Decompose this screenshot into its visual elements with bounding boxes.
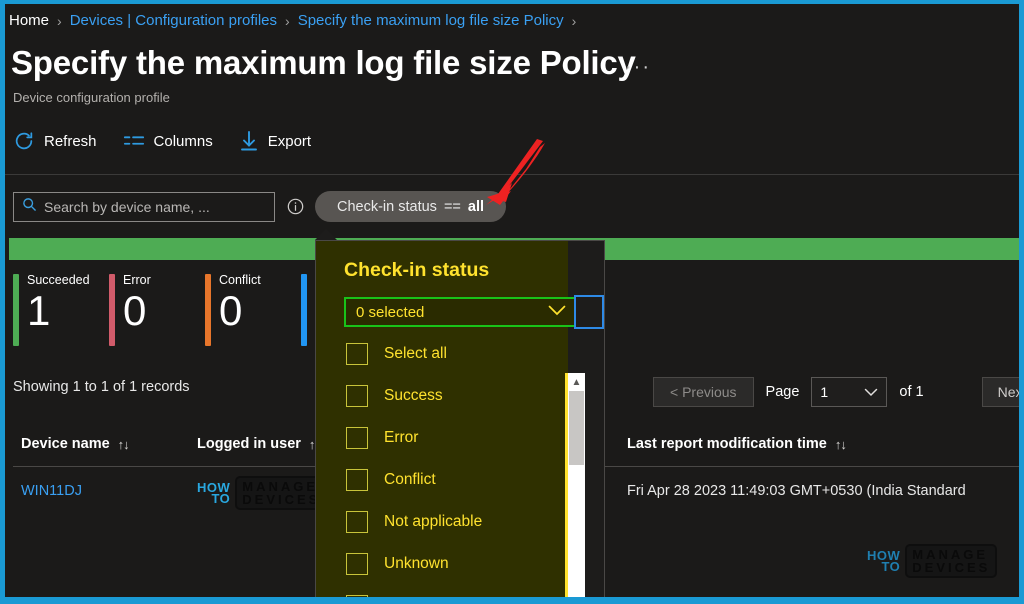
sort-icon[interactable]: ↑↓: [835, 437, 847, 452]
command-bar: Refresh Columns Export: [13, 130, 311, 152]
check-in-status-flyout: Check-in status 0 selected Select all Su…: [315, 240, 605, 597]
columns-icon: [123, 132, 145, 150]
option-label: Unknown: [384, 555, 449, 572]
watermark-logo: HOW TO MANAGE DEVICES: [867, 544, 998, 578]
sort-icon[interactable]: ↑↓: [118, 437, 130, 452]
records-count: Showing 1 to 1 of 1 records: [13, 379, 190, 395]
column-header-logged-in-user[interactable]: Logged in user ↑↓: [197, 436, 321, 452]
columns-button[interactable]: Columns: [123, 132, 213, 150]
chevron-down-icon: [864, 384, 878, 400]
page-title: Specify the maximum log file size Policy: [11, 44, 636, 81]
status-tile-conflict[interactable]: Conflict 0: [205, 272, 301, 350]
refresh-label: Refresh: [44, 132, 97, 150]
option-label: Select all: [384, 345, 447, 362]
status-tile-succeeded[interactable]: Succeeded 1: [13, 272, 109, 350]
option-unknown[interactable]: Unknown: [346, 553, 449, 575]
columns-label: Columns: [153, 132, 213, 150]
option-conflict[interactable]: Conflict: [346, 469, 436, 491]
option-not-applicable[interactable]: Not applicable: [346, 511, 482, 533]
check-in-status-option-list: Select all Success Error Conflict Not ap…: [316, 337, 568, 597]
status-tile-bar: [13, 274, 19, 346]
column-header-last-report-modification-time[interactable]: Last report modification time ↑↓: [627, 436, 847, 452]
status-tile-value: 0: [219, 287, 243, 334]
breadcrumb-item-policy[interactable]: Specify the maximum log file size Policy: [298, 12, 564, 29]
window-border-right: [1019, 0, 1024, 604]
page-surface: Home › Devices | Configuration profiles …: [5, 4, 1019, 597]
checkbox[interactable]: [346, 385, 368, 407]
page-subtitle: Device configuration profile: [13, 90, 170, 105]
chevron-down-icon: [548, 303, 566, 321]
page-number-value: 1: [820, 384, 829, 400]
window-border-left: [0, 0, 5, 604]
option-label: Error: [384, 429, 419, 446]
option-error[interactable]: Error: [346, 427, 418, 449]
info-icon[interactable]: [287, 198, 304, 220]
download-icon: [239, 130, 259, 152]
option-success[interactable]: Success: [346, 385, 443, 407]
filter-pill-key: Check-in status: [337, 198, 437, 215]
watermark-to: TO: [211, 491, 231, 506]
checkbox[interactable]: [346, 511, 368, 533]
cell-device-name[interactable]: WIN11DJ: [21, 483, 82, 499]
next-page-button[interactable]: Next: [982, 377, 1019, 407]
checkbox[interactable]: [346, 343, 368, 365]
column-header-label: Last report modification time: [627, 436, 827, 452]
watermark-to: TO: [881, 559, 901, 574]
command-bar-divider: [5, 174, 1019, 175]
refresh-icon: [13, 130, 35, 152]
column-header-label: Logged in user: [197, 436, 301, 452]
more-options-button[interactable]: ···: [625, 56, 651, 79]
flyout-title: Check-in status: [344, 259, 490, 281]
combobox-focus-ring: [574, 295, 604, 329]
window-border-top: [0, 0, 1024, 4]
export-button[interactable]: Export: [239, 130, 311, 152]
status-tile-error[interactable]: Error 0: [109, 272, 205, 350]
status-tile-bar: [205, 274, 211, 346]
breadcrumb-separator: ›: [571, 12, 577, 29]
checkbox[interactable]: [346, 427, 368, 449]
status-tile-bar: [301, 274, 307, 346]
column-header-device-name[interactable]: Device name ↑↓: [21, 436, 130, 452]
status-tile-value: 1: [27, 287, 51, 334]
breadcrumb: Home › Devices | Configuration profiles …: [9, 12, 576, 29]
column-header-label: Device name: [21, 436, 110, 452]
window-border-bottom: [0, 597, 1024, 604]
pagination: < Previous Page 1 of 1: [653, 377, 924, 407]
watermark-logo: HOW TO MANAGE DEVICES: [197, 476, 328, 510]
option-select-all[interactable]: Select all: [346, 343, 447, 365]
checkbox[interactable]: [346, 469, 368, 491]
checkbox[interactable]: [346, 553, 368, 575]
refresh-button[interactable]: Refresh: [13, 130, 97, 152]
scroll-up-icon[interactable]: ▲: [569, 374, 584, 391]
status-tile-bar: [109, 274, 115, 346]
watermark-devices: DEVICES: [242, 492, 321, 507]
breadcrumb-item-home[interactable]: Home: [9, 12, 49, 29]
page-total-label: of 1: [899, 384, 924, 400]
page-label: Page: [765, 384, 800, 400]
breadcrumb-separator: ›: [285, 12, 290, 29]
screenshot-root: Home › Devices | Configuration profiles …: [0, 0, 1024, 604]
cell-last-report-modification-time: Fri Apr 28 2023 11:49:03 GMT+0530 (India…: [627, 483, 966, 499]
option-label: Not applicable: [384, 513, 483, 530]
watermark-devices: DEVICES: [912, 560, 991, 575]
page-number-select[interactable]: 1: [811, 377, 888, 407]
breadcrumb-item-devices[interactable]: Devices | Configuration profiles: [70, 12, 277, 29]
previous-page-button[interactable]: < Previous: [653, 377, 754, 407]
breadcrumb-separator: ›: [57, 12, 62, 29]
filter-pill-operator: ==: [443, 198, 461, 215]
option-label: Conflict: [384, 471, 436, 488]
check-in-status-combobox[interactable]: 0 selected: [344, 297, 576, 327]
search-input[interactable]: [44, 199, 254, 215]
search-box[interactable]: [13, 192, 275, 222]
flyout-pointer: [315, 229, 337, 240]
export-label: Export: [267, 132, 312, 150]
status-tile-value: 0: [123, 287, 147, 334]
search-icon: [22, 197, 37, 217]
scrollbar-thumb[interactable]: [569, 391, 584, 465]
filter-pill-checkin-status[interactable]: Check-in status == all: [315, 191, 506, 222]
option-label: Success: [384, 387, 443, 404]
combobox-value: 0 selected: [356, 303, 425, 321]
filter-pill-value: all: [467, 198, 484, 215]
